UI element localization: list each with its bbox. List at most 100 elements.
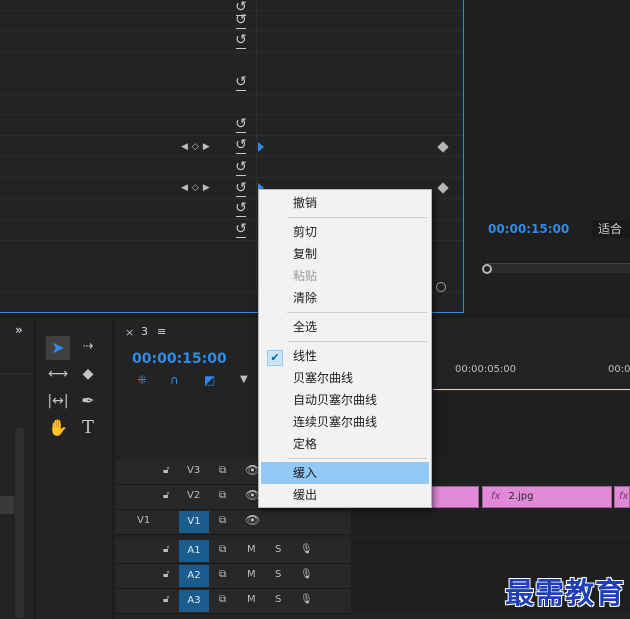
sync-lock-icon[interactable]: ⧉ xyxy=(219,569,226,580)
snap-magnet-icon[interactable]: ∩ xyxy=(170,373,179,387)
menu-item-copy[interactable]: 复制 xyxy=(261,243,429,265)
ruler-label: 00:00:05:00 xyxy=(455,364,517,375)
solo-button[interactable]: S xyxy=(275,544,281,555)
property-row-divider xyxy=(0,177,463,178)
voiceover-mic-icon[interactable]: 🎙︎ xyxy=(300,594,313,605)
property-row-divider xyxy=(0,94,463,95)
mute-button[interactable]: M xyxy=(247,569,256,580)
voiceover-mic-icon[interactable]: 🎙︎ xyxy=(300,569,313,580)
menu-item-bezier[interactable]: 贝塞尔曲线 xyxy=(261,367,429,389)
reset-parameter-icon[interactable]: ↺ xyxy=(234,117,248,133)
mute-button[interactable]: M xyxy=(247,544,256,555)
menu-item-undo[interactable]: 撤销 xyxy=(261,192,429,214)
solo-button[interactable]: S xyxy=(275,569,281,580)
hand-tool-icon[interactable]: ✋ xyxy=(46,416,70,440)
list-item[interactable] xyxy=(0,496,14,514)
menu-separator xyxy=(287,217,427,218)
track-target-v1[interactable]: V1 xyxy=(179,511,209,533)
property-row-divider xyxy=(0,52,463,53)
nest-sequence-icon[interactable]: ⁜ xyxy=(137,373,147,387)
reset-parameter-icon[interactable]: ↺ xyxy=(234,160,248,176)
ripple-edit-tool-icon[interactable]: ⟷ xyxy=(46,362,70,386)
menu-item-ease-out[interactable]: 缓出 xyxy=(261,484,429,506)
pen-tool-icon[interactable]: ✒ xyxy=(76,389,100,413)
track-header-a1: 🔓︎ A1 ⧉ M S 🎙︎ xyxy=(115,539,351,564)
reset-parameter-icon[interactable]: ↺ xyxy=(234,138,248,154)
menu-item-linear[interactable]: 线性 xyxy=(261,345,429,367)
tools-panel: ➤ ⇢ ⟷ ◆ |↔| ✒ ✋ T xyxy=(36,318,112,619)
tab-close-icon[interactable]: × xyxy=(125,326,134,339)
menu-item-ease-in[interactable]: 缓入 xyxy=(261,462,429,484)
sync-lock-icon[interactable]: ⧉ xyxy=(219,465,226,476)
clip[interactable]: fx xyxy=(614,486,630,508)
property-row-divider xyxy=(0,10,463,11)
menu-item-continuous-bezier[interactable]: 连续贝塞尔曲线 xyxy=(261,411,429,433)
menu-item-hold[interactable]: 定格 xyxy=(261,433,429,455)
property-row-divider xyxy=(0,114,463,115)
selection-tool-icon[interactable]: ➤ xyxy=(46,336,70,360)
program-playhead-icon[interactable] xyxy=(482,264,492,274)
mute-button[interactable]: M xyxy=(247,594,256,605)
menu-item-cut[interactable]: 剪切 xyxy=(261,221,429,243)
clip-name: 2.jpg xyxy=(508,491,534,502)
track-header-v1: V1 V1 ⧉ 👁︎ xyxy=(115,510,351,535)
property-row-divider xyxy=(0,135,463,136)
track-target-a1[interactable]: A1 xyxy=(179,540,209,562)
menu-item-select-all[interactable]: 全选 xyxy=(261,316,429,338)
vertical-scrollbar[interactable] xyxy=(15,428,24,618)
lock-icon[interactable]: 🔓︎ xyxy=(163,569,169,580)
track-target-a2[interactable]: A2 xyxy=(179,565,209,587)
reset-parameter-icon[interactable]: ↺ xyxy=(234,13,248,29)
menu-item-clear[interactable]: 清除 xyxy=(261,287,429,309)
lock-icon[interactable]: 🔓︎ xyxy=(163,544,169,555)
tab-menu-icon[interactable]: ≡ xyxy=(157,325,166,338)
keyframe-navigator[interactable]: ◀◇▶ xyxy=(181,142,223,152)
reset-parameter-icon[interactable]: ↺ xyxy=(234,201,248,217)
sync-lock-icon[interactable]: ⧉ xyxy=(219,544,226,555)
linked-selection-icon[interactable]: ◩ xyxy=(204,373,215,387)
track-lane-v1[interactable] xyxy=(351,510,630,537)
panel-overflow-icon[interactable]: » xyxy=(15,323,23,337)
menu-item-auto-bezier[interactable]: 自动贝塞尔曲线 xyxy=(261,389,429,411)
property-row-divider xyxy=(0,156,463,157)
reset-parameter-icon[interactable]: ↺ xyxy=(234,181,248,197)
keyframe-icon[interactable] xyxy=(437,182,449,194)
razor-tool-icon[interactable]: ◆ xyxy=(76,362,100,386)
program-timecode[interactable]: 00:00:15:00 xyxy=(488,222,569,236)
source-patch-label[interactable]: V1 xyxy=(137,515,150,526)
track-target-a3[interactable]: A3 xyxy=(179,590,209,612)
eye-icon[interactable]: 👁︎ xyxy=(245,513,260,527)
project-panel-edge: » xyxy=(0,318,33,619)
fit-dropdown[interactable]: 适合 xyxy=(592,220,630,238)
reset-parameter-icon[interactable]: ↺ xyxy=(234,222,248,238)
work-area-bar[interactable] xyxy=(433,389,630,390)
watermark-logo: 最需教育 xyxy=(505,576,626,610)
reset-parameter-icon[interactable]: ↺ xyxy=(234,75,248,91)
slip-tool-icon[interactable]: |↔| xyxy=(46,389,70,413)
type-tool-icon[interactable]: T xyxy=(76,416,100,440)
selected-keyframe-icon[interactable] xyxy=(258,142,264,152)
keyframe-navigator[interactable]: ◀◇▶ xyxy=(181,183,223,193)
track-select-forward-tool-icon[interactable]: ⇢ xyxy=(76,335,100,359)
add-marker-icon[interactable]: ▼ xyxy=(240,374,248,385)
voiceover-mic-icon[interactable]: 🎙︎ xyxy=(300,544,313,555)
playhead-ring-icon xyxy=(436,282,446,292)
track-lane-a1[interactable] xyxy=(351,539,630,563)
sync-lock-icon[interactable]: ⧉ xyxy=(219,490,226,501)
keyframe-icon[interactable] xyxy=(437,141,449,153)
lock-icon[interactable]: 🔓︎ xyxy=(163,490,169,501)
sync-lock-icon[interactable]: ⧉ xyxy=(219,515,226,526)
sequence-tab[interactable]: 3 xyxy=(141,325,148,338)
program-scrub-bar[interactable] xyxy=(485,263,630,273)
lock-icon[interactable]: 🔓︎ xyxy=(163,465,169,476)
clip-2jpg[interactable]: fx 2.jpg xyxy=(482,486,612,508)
track-name: V2 xyxy=(187,490,201,501)
sync-lock-icon[interactable]: ⧉ xyxy=(219,594,226,605)
clip[interactable] xyxy=(431,486,479,508)
menu-item-paste: 粘贴 xyxy=(293,269,318,283)
lock-icon[interactable]: 🔓︎ xyxy=(163,594,169,605)
reset-parameter-icon[interactable]: ↺ xyxy=(234,33,248,49)
timeline-timecode[interactable]: 00:00:15:00 xyxy=(132,351,227,367)
menu-separator xyxy=(287,458,427,459)
solo-button[interactable]: S xyxy=(275,594,281,605)
